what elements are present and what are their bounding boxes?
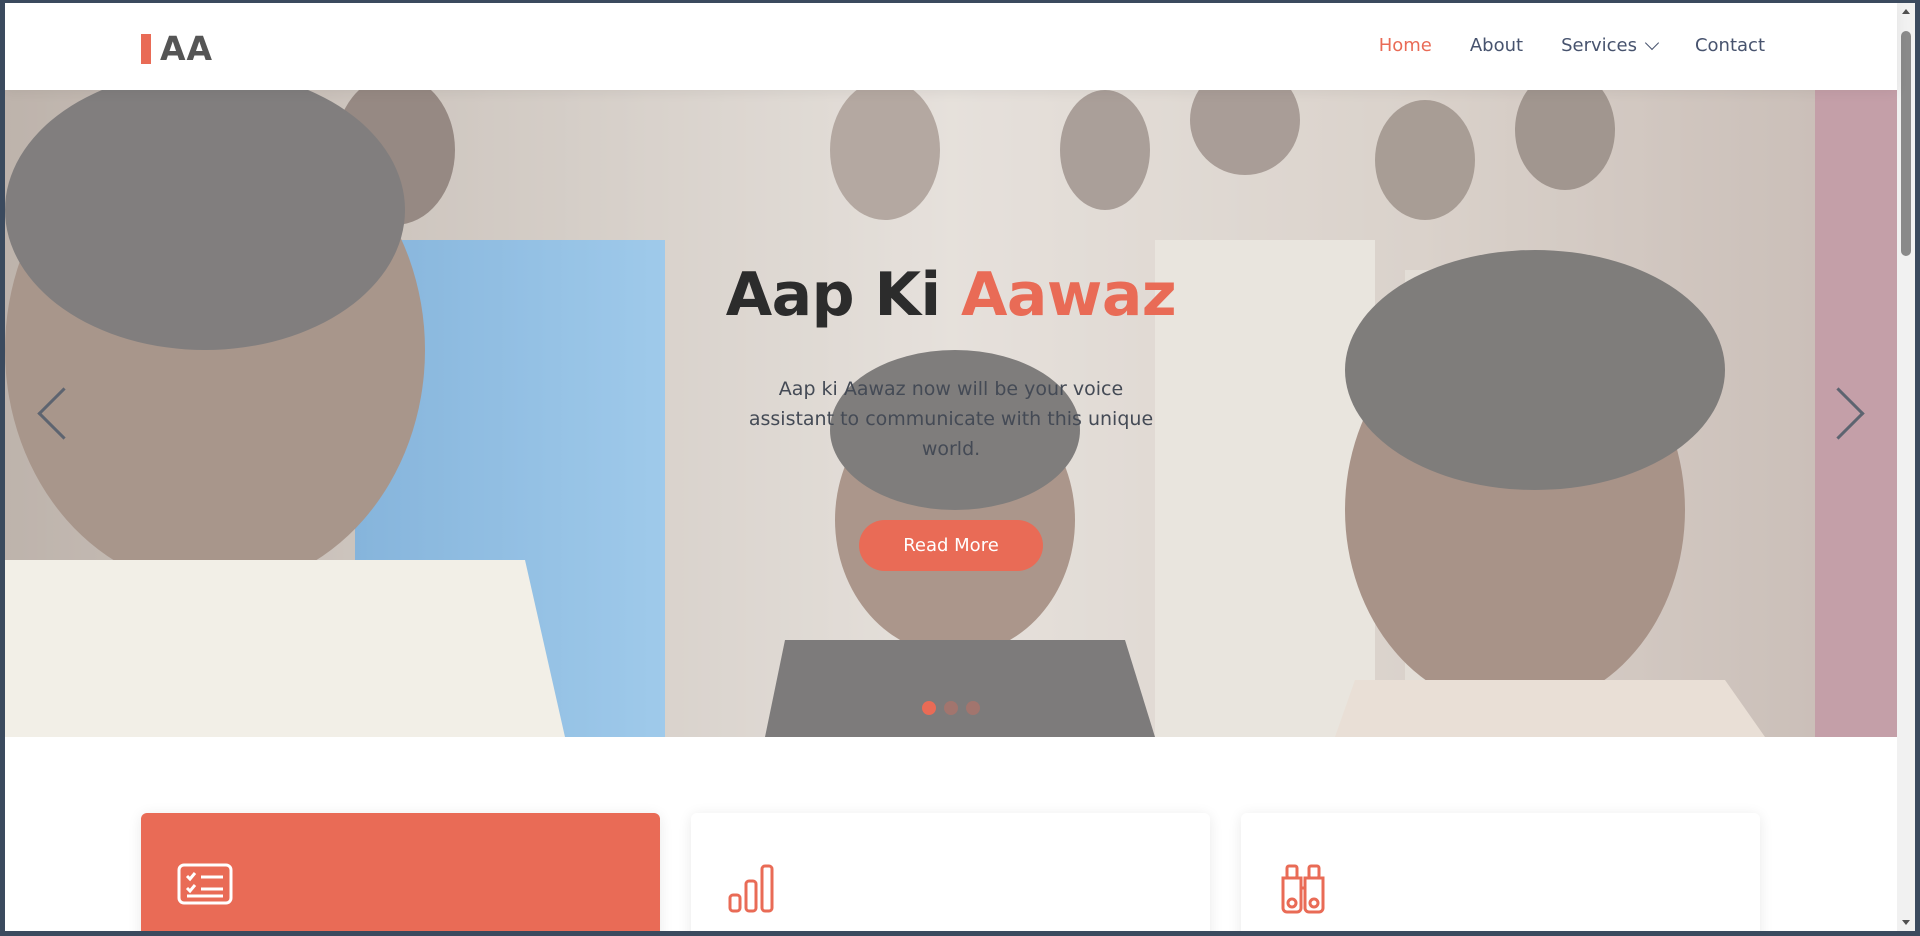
checklist-icon	[177, 863, 233, 905]
nav-about-label: About	[1469, 35, 1524, 56]
page-scrollbar[interactable]	[1897, 3, 1915, 931]
scroll-thumb[interactable]	[1901, 31, 1911, 256]
scroll-up-arrow-icon[interactable]	[1902, 9, 1910, 14]
main-nav: Home About Services Contact	[1341, 35, 1765, 56]
logo-text: AA	[160, 29, 214, 68]
hero-title-accent: Aawaz	[960, 260, 1177, 330]
binoculars-icon	[1281, 864, 1325, 914]
hero-title-main: Aap Ki	[725, 260, 961, 330]
nav-services[interactable]: Services	[1561, 35, 1660, 56]
hero-carousel: Aap Ki Aawaz Aap ki Aawaz now will be yo…	[5, 90, 1897, 737]
logo[interactable]: AA	[141, 29, 213, 68]
nav-about[interactable]: About	[1470, 35, 1523, 56]
carousel-dot-2[interactable]	[944, 701, 958, 715]
browser-viewport: AA Home About Services Contact Aap Ki Aa…	[5, 3, 1915, 931]
feature-card-2[interactable]	[691, 813, 1210, 931]
carousel-dot-3[interactable]	[966, 701, 980, 715]
chevron-down-icon	[1644, 35, 1660, 50]
carousel-indicators	[5, 701, 1897, 715]
nav-home-label: Home	[1378, 35, 1432, 56]
feature-card-1[interactable]	[141, 813, 660, 931]
feature-card-3[interactable]	[1241, 813, 1760, 931]
hero-title: Aap Ki Aawaz	[5, 260, 1897, 330]
carousel-dot-1[interactable]	[922, 701, 936, 715]
site-header: AA Home About Services Contact	[5, 3, 1897, 90]
nav-services-label: Services	[1561, 35, 1637, 56]
scroll-down-arrow-icon[interactable]	[1902, 920, 1910, 925]
hero-description: Aap ki Aawaz now will be your voice assi…	[748, 378, 1154, 460]
nav-home[interactable]: Home	[1379, 35, 1432, 56]
nav-contact-label: Contact	[1694, 35, 1765, 56]
nav-contact[interactable]: Contact	[1695, 35, 1765, 56]
logo-accent-bar	[141, 33, 151, 64]
feature-cards	[141, 813, 1760, 931]
bar-chart-icon	[728, 864, 774, 913]
read-more-button[interactable]: Read More	[859, 520, 1043, 571]
hero-content: Aap Ki Aawaz Aap ki Aawaz now will be yo…	[5, 260, 1897, 571]
